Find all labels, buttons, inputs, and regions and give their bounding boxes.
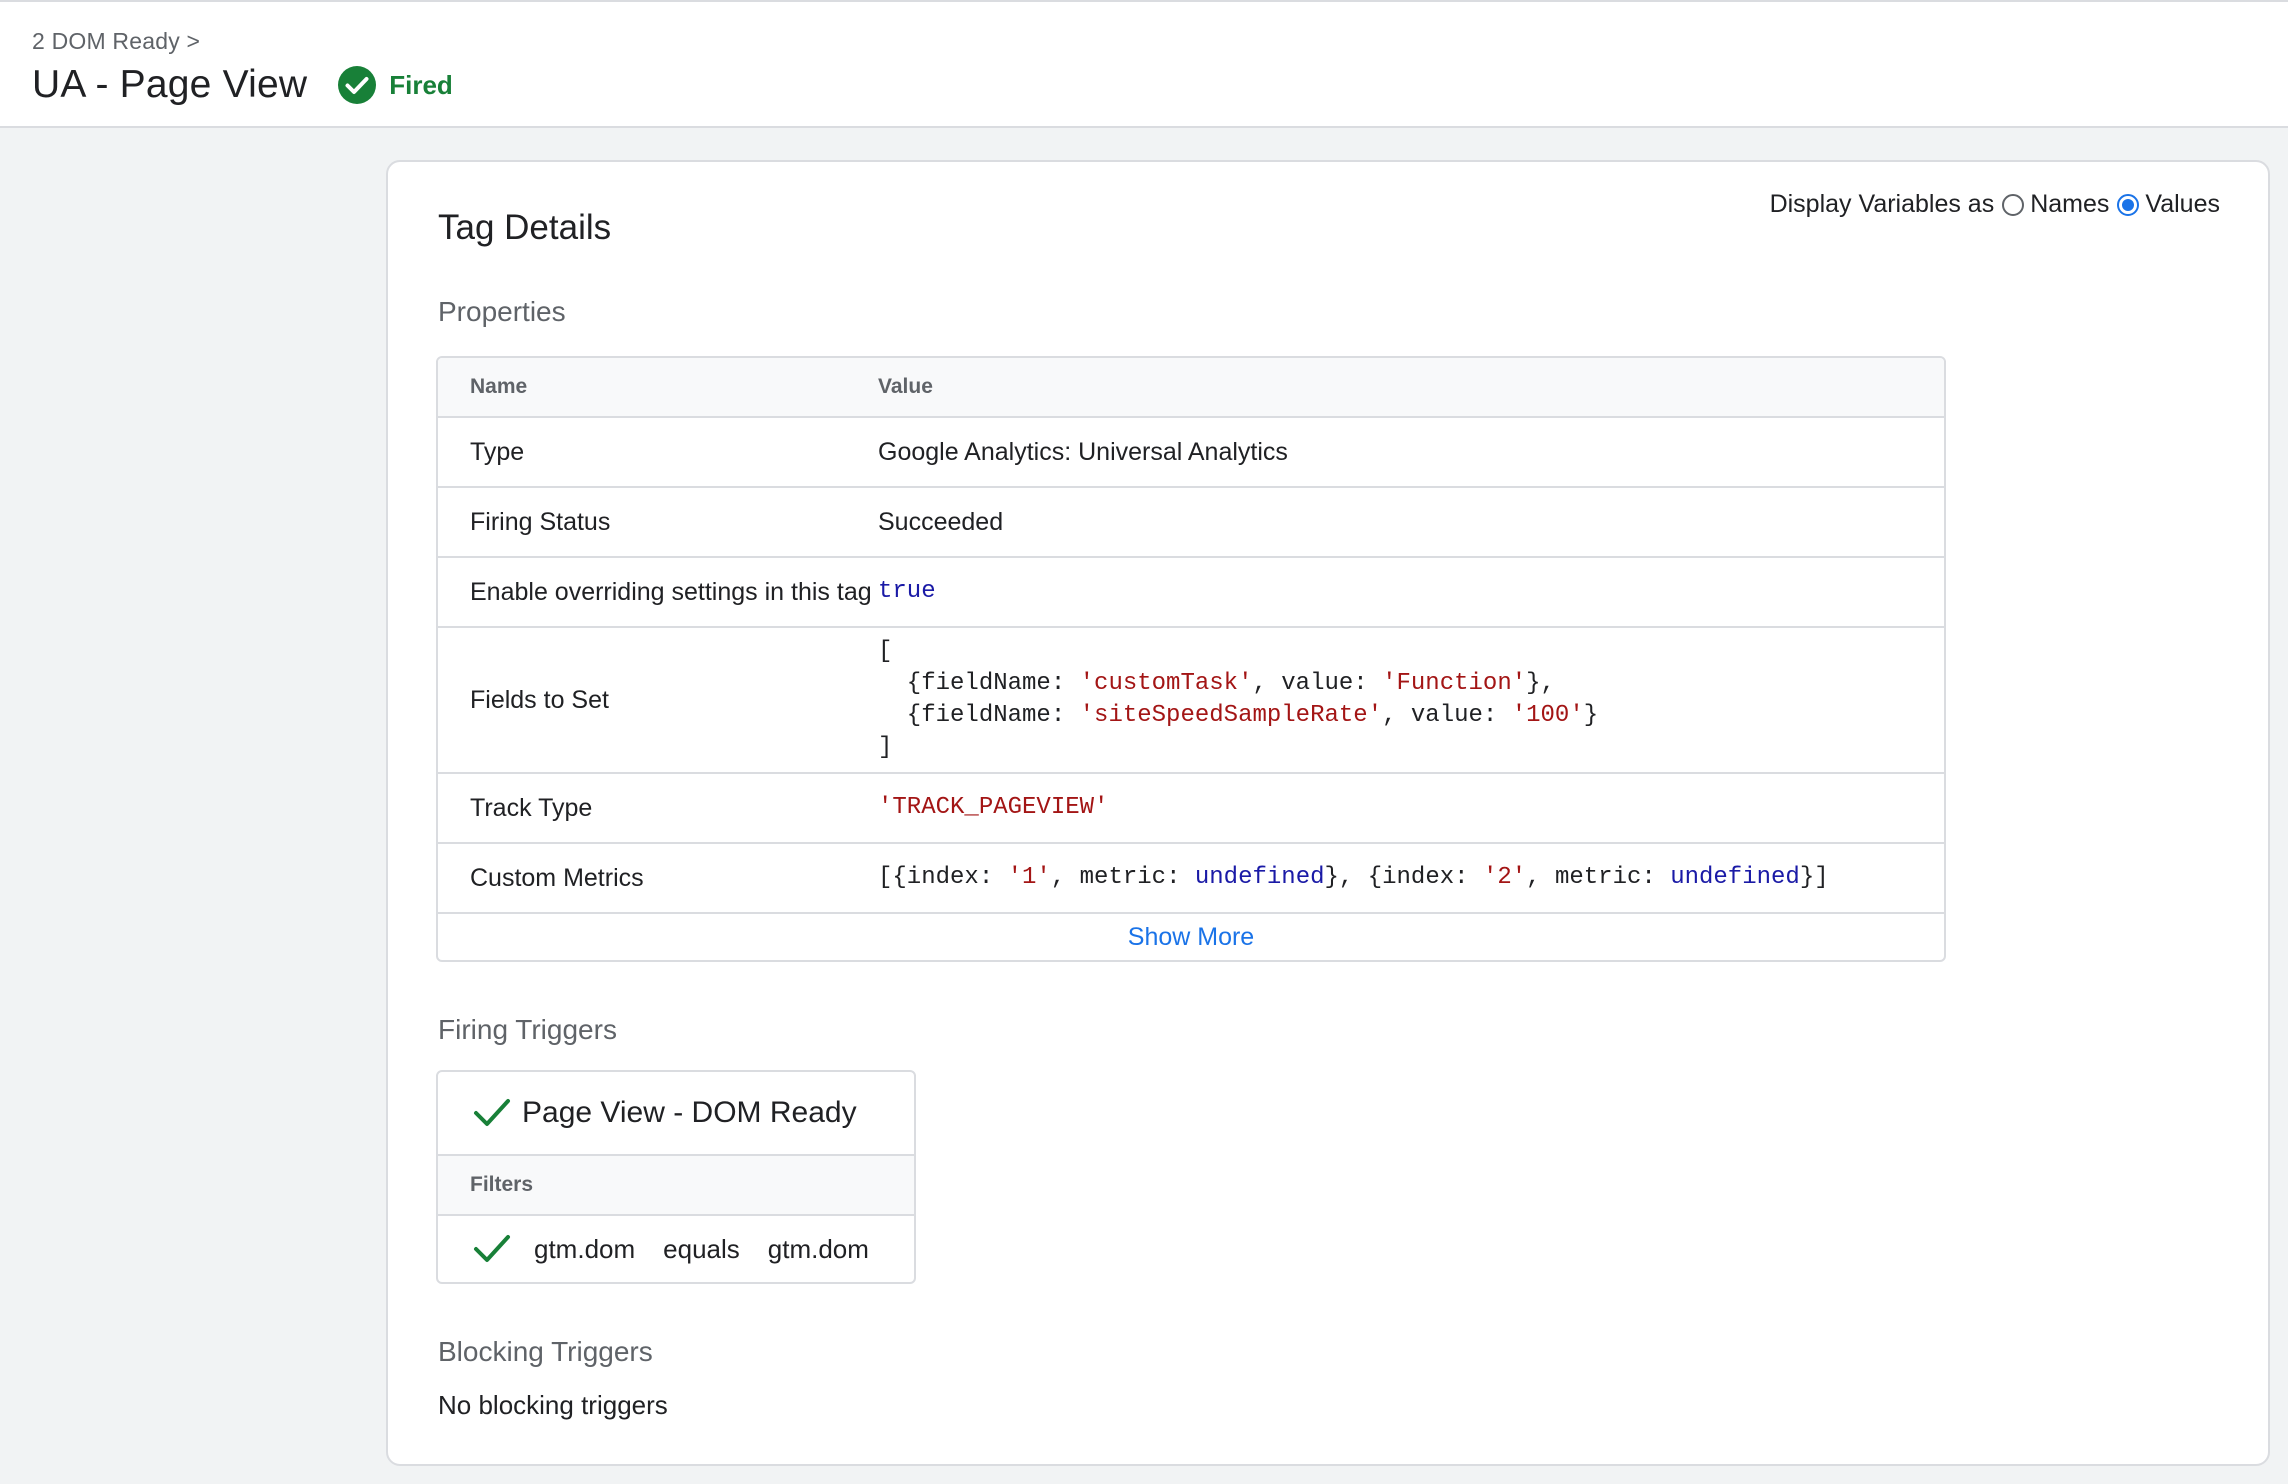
filters-header: Filters — [438, 1156, 914, 1216]
check-circle-icon — [337, 65, 377, 105]
row-name: Track Type — [470, 793, 593, 822]
breadcrumb[interactable]: 2 DOM Ready > — [32, 28, 200, 55]
table-row: Custom Metrics [{index: '1', metric: und… — [438, 844, 1944, 914]
row-name: Type — [470, 437, 525, 466]
row-value: 'TRACK_PAGEVIEW' — [878, 794, 1109, 821]
radio-names-label[interactable]: Names — [2030, 190, 2109, 219]
properties-title: Properties — [438, 296, 566, 327]
trigger-row[interactable]: Page View - DOM Ready — [438, 1072, 914, 1156]
tag-details-card: Tag Details Display Variables as Names V… — [386, 160, 2270, 1466]
column-header-value: Value — [878, 375, 933, 398]
blocking-triggers-title: Blocking Triggers — [438, 1336, 653, 1367]
row-name: Fields to Set — [470, 685, 609, 714]
firing-triggers-title: Firing Triggers — [438, 1014, 617, 1045]
row-value: [ {fieldName: 'customTask', value: 'Func… — [878, 638, 1599, 761]
filter-row: gtm.dom equals gtm.dom — [438, 1216, 914, 1282]
table-row: Firing Status Succeeded — [438, 488, 1944, 558]
table-row: Fields to Set [ {fieldName: 'customTask'… — [438, 628, 1944, 774]
card-title: Tag Details — [438, 208, 612, 247]
radio-names[interactable] — [2002, 193, 2025, 216]
row-name: Enable overriding settings in this tag — [470, 577, 872, 606]
filter-variable: gtm.dom — [534, 1233, 636, 1264]
radio-values-label[interactable]: Values — [2145, 190, 2220, 219]
filter-operator: equals — [663, 1233, 740, 1264]
table-header: Name Value — [438, 358, 1944, 418]
status-badge: Fired — [389, 69, 453, 100]
row-value: Succeeded — [878, 507, 1004, 536]
no-blocking-triggers-text: No blocking triggers — [438, 1390, 668, 1420]
show-more-button[interactable]: Show More — [438, 914, 1944, 960]
table-row: Track Type 'TRACK_PAGEVIEW' — [438, 774, 1944, 844]
display-variables-toggle: Display Variables as Names Values — [1770, 190, 2220, 219]
radio-values[interactable] — [2117, 193, 2140, 216]
row-name: Custom Metrics — [470, 863, 644, 892]
column-header-name: Name — [470, 375, 528, 398]
table-row: Type Google Analytics: Universal Analyti… — [438, 418, 1944, 488]
row-value: Google Analytics: Universal Analytics — [878, 437, 1288, 466]
title-row: UA - Page View Fired — [32, 60, 453, 110]
table-row: Enable overriding settings in this tag t… — [438, 558, 1944, 628]
row-name: Firing Status — [470, 507, 611, 536]
properties-table: Name Value Type Google Analytics: Univer… — [436, 356, 1946, 962]
row-value: true — [878, 578, 936, 605]
firing-trigger-card: Page View - DOM Ready Filters gtm.dom eq… — [436, 1070, 916, 1284]
tag-header: 2 DOM Ready > UA - Page View Fired — [0, 0, 2288, 128]
check-icon — [472, 1093, 512, 1133]
check-icon — [472, 1229, 512, 1269]
page-title: UA - Page View — [32, 63, 308, 106]
display-variables-label: Display Variables as — [1769, 190, 1995, 218]
row-value: [{index: '1', metric: undefined}, {index… — [878, 864, 1829, 891]
filter-value: gtm.dom — [767, 1233, 869, 1264]
trigger-name: Page View - DOM Ready — [522, 1096, 857, 1129]
